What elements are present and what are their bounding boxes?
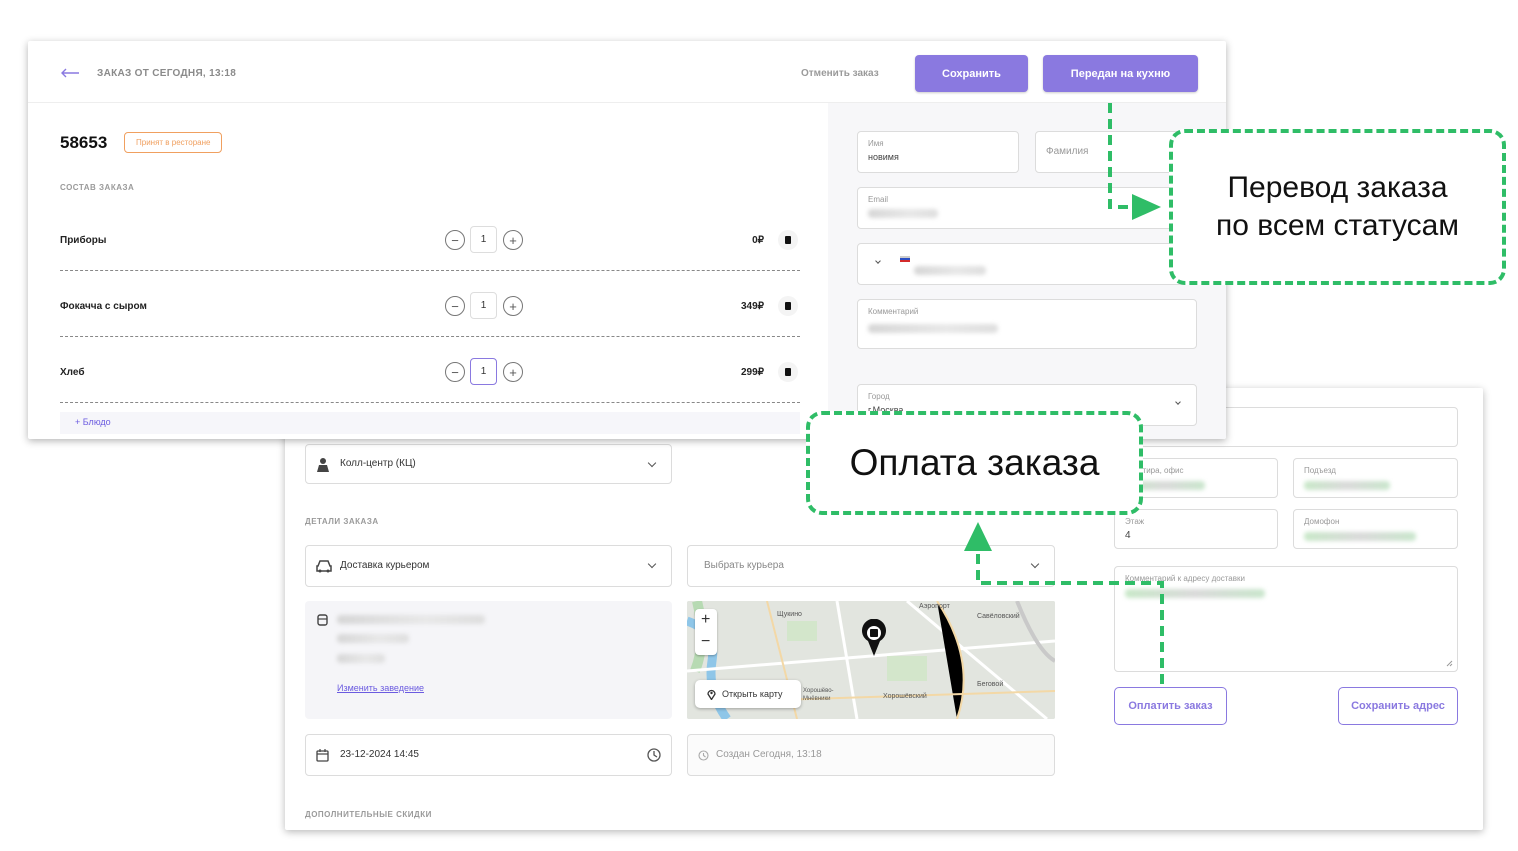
- payment-arrow-line: [976, 550, 1164, 684]
- arrow-head-icon: [964, 522, 992, 551]
- annotation-arrows: [964, 103, 1164, 684]
- payment-callout-text: Оплата заказа: [849, 442, 1100, 483]
- statuses-callout-line1: Перевод заказа: [1227, 171, 1448, 204]
- statuses-callout: Перевод заказа по всем статусам: [1169, 129, 1506, 285]
- statuses-callout-line2: по всем статусам: [1216, 209, 1459, 242]
- payment-callout: Оплата заказа: [806, 411, 1143, 515]
- statuses-arrow-line: [1108, 103, 1135, 209]
- arrow-head-icon: [1132, 194, 1161, 220]
